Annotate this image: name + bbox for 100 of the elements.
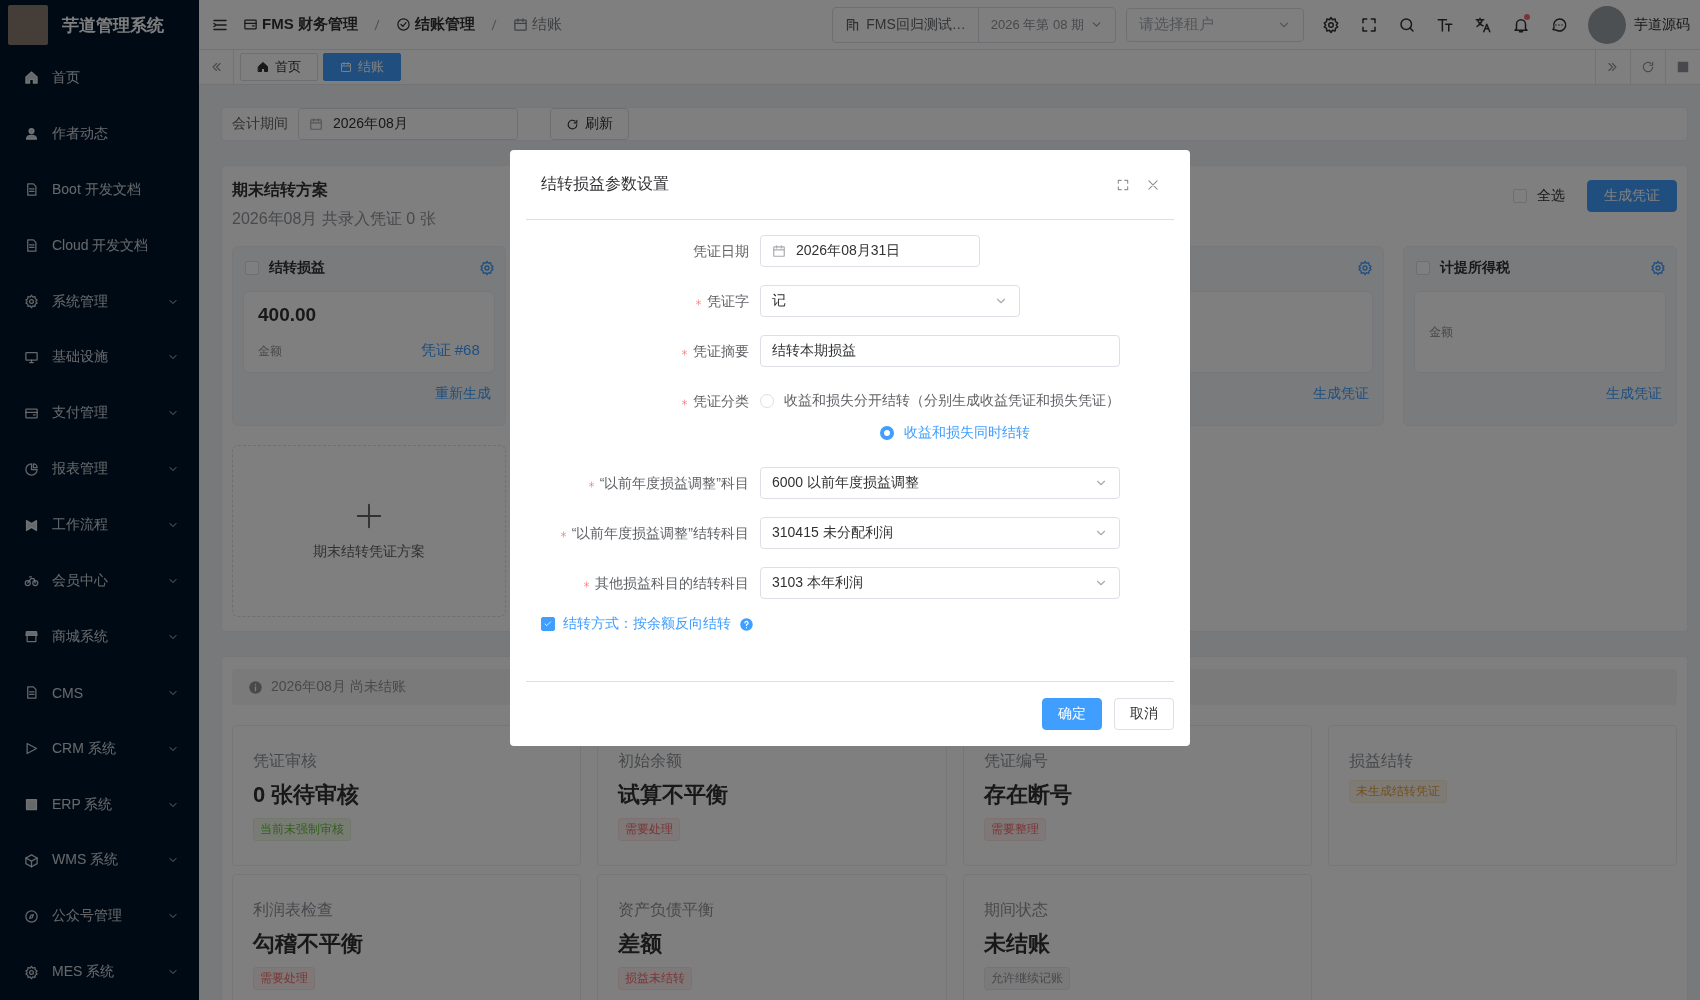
refresh-icon (566, 117, 579, 131)
wallet-icon (24, 405, 39, 421)
menu-item[interactable]: Cloud 开发文档 (0, 217, 199, 274)
select-field[interactable]: 310415 未分配利润 (760, 517, 1120, 549)
box-icon (24, 852, 39, 868)
voucher-link[interactable]: 凭证 #68 (420, 341, 480, 360)
help-icon[interactable] (739, 616, 754, 632)
check-circle-icon (395, 17, 411, 32)
select-field[interactable]: 3103 本年利润 (760, 567, 1120, 599)
menu-item[interactable]: 商城系统 (0, 608, 199, 665)
bicycle-icon (24, 573, 39, 589)
play-icon (24, 741, 39, 757)
field-label: “以前年度损益调整”结转科目 (571, 525, 749, 541)
check-result: 未结账 (983, 931, 1051, 957)
generate-button[interactable]: 生成凭证 (1587, 180, 1677, 212)
tab[interactable]: 结账 (323, 53, 401, 81)
gear-icon[interactable] (478, 260, 495, 276)
select-field[interactable]: 记 (760, 285, 1020, 317)
settings-icon[interactable] (1322, 15, 1340, 34)
period-input[interactable]: 2026年08月 (298, 108, 518, 140)
breadcrumb-item[interactable]: FMS 财务管理 (243, 15, 358, 34)
breadcrumb-item: 结账 (512, 15, 562, 34)
field-label: 凭证分类 (693, 393, 749, 409)
gear-icon[interactable] (1650, 260, 1666, 276)
fullscreen-icon[interactable] (1360, 15, 1378, 34)
menu-item[interactable]: 报表管理 (0, 441, 199, 498)
field-label: 其他损益科目的结转科目 (595, 575, 749, 591)
home-icon (24, 70, 39, 86)
status-tag: 损益未结转 (618, 967, 693, 990)
translate-icon[interactable] (1474, 15, 1492, 34)
home-icon (257, 61, 269, 73)
search-icon[interactable] (1398, 15, 1416, 34)
menu-item[interactable]: 基础设施 (0, 329, 199, 386)
status-tag: 需要处理 (618, 818, 681, 841)
generate-link[interactable]: 重新生成 (434, 385, 491, 403)
menu-item[interactable]: MES 系统 (0, 944, 199, 1000)
add-plan-card[interactable]: 期末结转凭证方案 (232, 445, 506, 617)
monitor-icon (24, 349, 39, 365)
select-field[interactable]: 6000 以前年度损益调整 (760, 467, 1120, 499)
check-icon (543, 619, 553, 629)
plan-title: 结转损益 (269, 259, 326, 277)
status-tag: 需要整理 (983, 818, 1046, 841)
menu-item[interactable]: 系统管理 (0, 273, 199, 330)
status-tag: 未生成结转凭证 (1348, 780, 1447, 803)
tab[interactable]: 首页 (240, 53, 318, 81)
input-field[interactable]: 结转本期损益 (760, 335, 1120, 367)
menu-item[interactable]: 工作流程 (0, 497, 199, 553)
square-icon (24, 797, 39, 812)
menu-item[interactable]: Boot 开发文档 (0, 161, 199, 218)
app-title: 芋道管理系统 (62, 14, 164, 37)
menu-item[interactable]: CMS (0, 664, 199, 721)
menu-item[interactable]: WMS 系统 (0, 832, 199, 889)
checkbox[interactable] (541, 617, 555, 631)
status-tag: 需要处理 (253, 967, 315, 990)
fullscreen-icon[interactable] (1116, 177, 1130, 192)
refresh-icon[interactable] (1641, 60, 1655, 74)
user-avatar[interactable] (1588, 5, 1626, 44)
field-label: 会计期间 (232, 115, 288, 133)
menu-item[interactable]: 会员中心 (0, 553, 199, 609)
radio-option[interactable]: 收益和损失同时结转 (880, 417, 1030, 449)
document-icon (24, 238, 39, 254)
menu-item[interactable]: 首页 (0, 50, 199, 106)
check-result: 存在断号 (983, 782, 1073, 808)
chat-icon[interactable] (1550, 15, 1568, 34)
store-icon (24, 629, 39, 645)
field-label: 凭证摘要 (693, 343, 749, 359)
logo-image (8, 5, 48, 45)
generate-link[interactable]: 生成凭证 (1313, 385, 1370, 403)
check-result: 勾稽不平衡 (253, 931, 364, 957)
calendar-icon (772, 244, 786, 258)
menu-item[interactable]: CRM 系统 (0, 720, 199, 777)
amount-value: 400.00 (258, 304, 318, 326)
radio-option[interactable]: 收益和损失分开结转（分别生成收益凭证和损失凭证） (760, 385, 1120, 417)
check-result: 差额 (618, 931, 664, 957)
generate-link[interactable]: 生成凭证 (1606, 385, 1662, 403)
user-name[interactable]: 芋道源码 (1634, 15, 1690, 34)
confirm-button[interactable]: 确定 (1042, 698, 1102, 730)
calendar-icon (512, 17, 528, 32)
document-icon (24, 182, 39, 198)
check-result: 0 张待审核 (253, 782, 361, 808)
field-label: 凭证字 (707, 293, 749, 309)
status-tag: 当前未强制审核 (253, 818, 351, 841)
menu-item[interactable]: 作者动态 (0, 105, 199, 162)
plan-title: 计提所得税 (1440, 259, 1512, 277)
calendar-icon (309, 117, 323, 131)
menu-item[interactable]: ERP 系统 (0, 776, 199, 833)
menu-item[interactable]: 公众号管理 (0, 888, 199, 945)
checkbox-label: 结转方式：按余额反向结转 (563, 615, 731, 633)
field-label: 凭证日期 (693, 243, 749, 259)
compass-icon (24, 908, 39, 924)
date-field[interactable]: 2026年08月31日 (760, 235, 980, 267)
menu-item[interactable]: 支付管理 (0, 385, 199, 442)
wallet-icon (243, 17, 258, 32)
refresh-button[interactable]: 刷新 (550, 108, 629, 140)
document-icon (24, 685, 39, 701)
close-icon[interactable] (1146, 177, 1160, 192)
breadcrumb-item[interactable]: 结账管理 (395, 15, 475, 34)
cancel-button[interactable]: 取消 (1114, 698, 1174, 730)
gear-icon[interactable] (1357, 260, 1374, 276)
field-label: “以前年度损益调整”科目 (599, 475, 749, 491)
